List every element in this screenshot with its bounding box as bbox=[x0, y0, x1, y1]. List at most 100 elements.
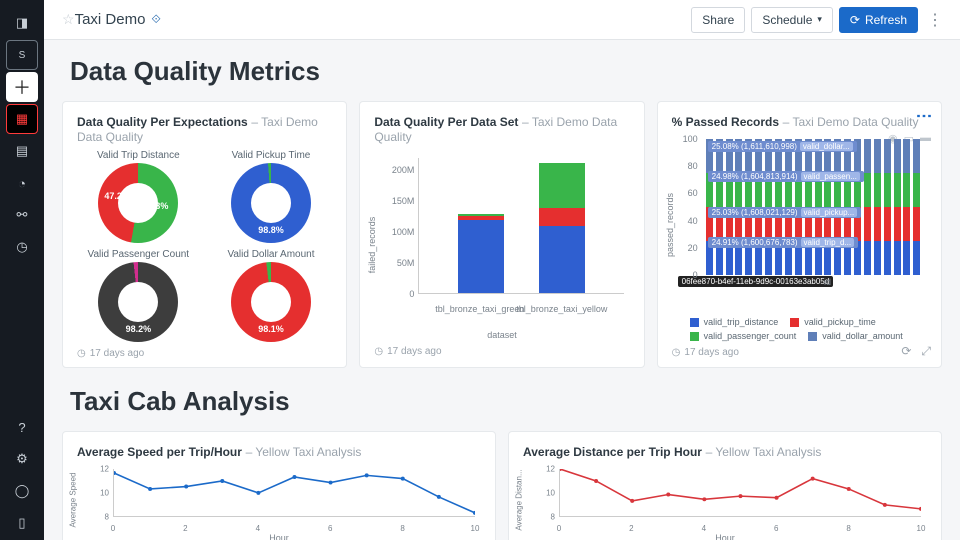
xtick: 2 bbox=[629, 524, 633, 533]
xtick: 6 bbox=[774, 524, 778, 533]
xtick: 8 bbox=[846, 524, 850, 533]
xtick: 2 bbox=[183, 524, 187, 533]
xlabel: Hour bbox=[77, 533, 481, 540]
ytick: 12 bbox=[77, 465, 109, 474]
card5-sub: Yellow Taxi Analysis bbox=[715, 445, 821, 459]
section-quality-title: Data Quality Metrics bbox=[70, 56, 942, 87]
ytick: 10 bbox=[77, 489, 109, 498]
card1-title: Data Quality Per Expectations bbox=[77, 115, 248, 129]
donut-label: Valid Dollar Amount bbox=[227, 249, 314, 260]
ytick: 50M bbox=[374, 258, 414, 268]
legend-item[interactable]: valid_pickup_time bbox=[790, 317, 876, 327]
ytick: 80 bbox=[672, 161, 698, 171]
card3-xlabel: id bbox=[824, 277, 831, 287]
schema-icon[interactable]: ⚯ bbox=[6, 200, 38, 230]
ytick: 12 bbox=[523, 465, 555, 474]
panel-icon[interactable]: ▯ bbox=[6, 508, 38, 538]
share-button[interactable]: Share bbox=[691, 7, 745, 33]
card-avg-speed: Average Speed per Trip/Hour – Yellow Tax… bbox=[62, 431, 496, 540]
legend-item[interactable]: valid_dollar_amount bbox=[808, 331, 903, 341]
bar-1 bbox=[539, 163, 585, 293]
refresh-button[interactable]: ⟳Refresh bbox=[839, 7, 918, 33]
topbar: ☆ Taxi Demo ⟐ Share Schedule▾ ⟳Refresh ⋮ bbox=[44, 0, 960, 40]
xtick: 8 bbox=[400, 524, 404, 533]
card-quality-per-dataset: Data Quality Per Data Set – Taxi Demo Da… bbox=[359, 101, 644, 368]
hover-badge: 24.98% (1,604,813,914)valid_passen... bbox=[708, 171, 864, 182]
xtick: 10 bbox=[471, 524, 480, 533]
dashboard-scroll[interactable]: Data Quality Metrics Data Quality Per Ex… bbox=[44, 40, 960, 540]
user-icon[interactable]: ◯ bbox=[6, 476, 38, 506]
ytick: 20 bbox=[672, 243, 698, 253]
help-icon[interactable]: ? bbox=[6, 412, 38, 442]
card-quality-per-expectation: Data Quality Per Expectations – Taxi Dem… bbox=[62, 101, 347, 368]
donut-0: Valid Trip Distance52.8%47.2% bbox=[77, 150, 200, 243]
alerts-icon[interactable]: ◔ bbox=[6, 168, 38, 198]
ytick: 60 bbox=[672, 188, 698, 198]
donut-3: Valid Dollar Amount98.1% bbox=[210, 249, 333, 342]
clock-icon: ◷ bbox=[374, 346, 383, 357]
sql-icon[interactable]: S bbox=[6, 40, 38, 70]
xtick: 0 bbox=[111, 524, 115, 533]
title-gear-icon[interactable]: ⟐ bbox=[151, 12, 160, 27]
ytick: 10 bbox=[523, 489, 555, 498]
xtick: 4 bbox=[702, 524, 706, 533]
ytick: 8 bbox=[523, 513, 555, 522]
stack-col bbox=[874, 139, 881, 275]
xtick: 0 bbox=[557, 524, 561, 533]
expand-icon[interactable]: ⤢ bbox=[921, 344, 931, 359]
ytick: 200M bbox=[374, 165, 414, 175]
clock-icon: ◷ bbox=[672, 347, 681, 358]
hover-badge: 24.91% (1,600,676,783)valid_trip_d... bbox=[708, 237, 858, 248]
star-icon[interactable]: ☆ bbox=[62, 11, 75, 28]
page-title: Taxi Demo bbox=[75, 11, 146, 28]
card2-footer: 17 days ago bbox=[387, 346, 442, 357]
card2-xlabel: dataset bbox=[374, 330, 629, 340]
stack-col bbox=[903, 139, 910, 275]
card3-title: % Passed Records bbox=[672, 115, 779, 129]
card-passed-records: ⋮ % Passed Records – Taxi Demo Data Qual… bbox=[657, 101, 942, 368]
card4-title: Average Speed per Trip/Hour bbox=[77, 445, 242, 459]
card3-tooltip: 06fee870-b4ef-11eb-9d9c-00163e3ab05d bbox=[678, 276, 834, 287]
logo-icon[interactable]: ◨ bbox=[6, 8, 38, 38]
donut-1: Valid Pickup Time98.8% bbox=[210, 150, 333, 243]
settings-icon[interactable]: ⚙ bbox=[6, 444, 38, 474]
stack-col bbox=[913, 139, 920, 275]
ytick: 40 bbox=[672, 216, 698, 226]
history-icon[interactable]: ◷ bbox=[6, 232, 38, 262]
card-avg-distance: Average Distance per Trip Hour – Yellow … bbox=[508, 431, 942, 540]
ytick: 0 bbox=[672, 270, 698, 280]
xlabel: Hour bbox=[523, 533, 927, 540]
xtick: 6 bbox=[328, 524, 332, 533]
bar-category: tbl_bronze_taxi_green bbox=[435, 304, 524, 314]
section-analysis-title: Taxi Cab Analysis bbox=[70, 386, 942, 417]
legend-item[interactable]: valid_passenger_count bbox=[690, 331, 797, 341]
card3-menu-icon[interactable]: ⋮ bbox=[914, 108, 933, 123]
more-menu-icon[interactable]: ⋮ bbox=[924, 7, 946, 33]
ytick: 8 bbox=[77, 513, 109, 522]
refresh-icon: ⟳ bbox=[850, 13, 860, 27]
ytick: 0 bbox=[374, 289, 414, 299]
donut-label: Valid Trip Distance bbox=[97, 150, 180, 161]
stack-col bbox=[894, 139, 901, 275]
card5-title: Average Distance per Trip Hour bbox=[523, 445, 702, 459]
stack-col bbox=[864, 139, 871, 275]
legend-item[interactable]: valid_trip_distance bbox=[690, 317, 779, 327]
schedule-button[interactable]: Schedule▾ bbox=[751, 7, 833, 33]
chevron-down-icon: ▾ bbox=[817, 14, 822, 25]
add-icon[interactable]: ＋ bbox=[6, 72, 38, 102]
refresh-small-icon[interactable]: ⟳ bbox=[901, 344, 911, 359]
donut-label: Valid Pickup Time bbox=[232, 150, 311, 161]
left-nav-rail: ◨ S ＋ ▦ ▤ ◔ ⚯ ◷ ? ⚙ ◯ ▯ bbox=[0, 0, 44, 540]
ytick: 100M bbox=[374, 227, 414, 237]
xtick: 4 bbox=[256, 524, 260, 533]
card3-sub: Taxi Demo Data Quality bbox=[792, 115, 918, 129]
dashboards-icon[interactable]: ▦ bbox=[6, 104, 38, 134]
ytick: 100 bbox=[672, 134, 698, 144]
stack-col bbox=[884, 139, 891, 275]
donut-2: Valid Passenger Count98.2% bbox=[77, 249, 200, 342]
card1-footer: 17 days ago bbox=[90, 348, 145, 359]
queries-icon[interactable]: ▤ bbox=[6, 136, 38, 166]
bar-0 bbox=[458, 214, 504, 293]
hover-badge: 25.08% (1,611,610,998)valid_dollar... bbox=[708, 141, 857, 152]
bar-category: tbl_bronze_taxi_yellow bbox=[516, 304, 607, 314]
